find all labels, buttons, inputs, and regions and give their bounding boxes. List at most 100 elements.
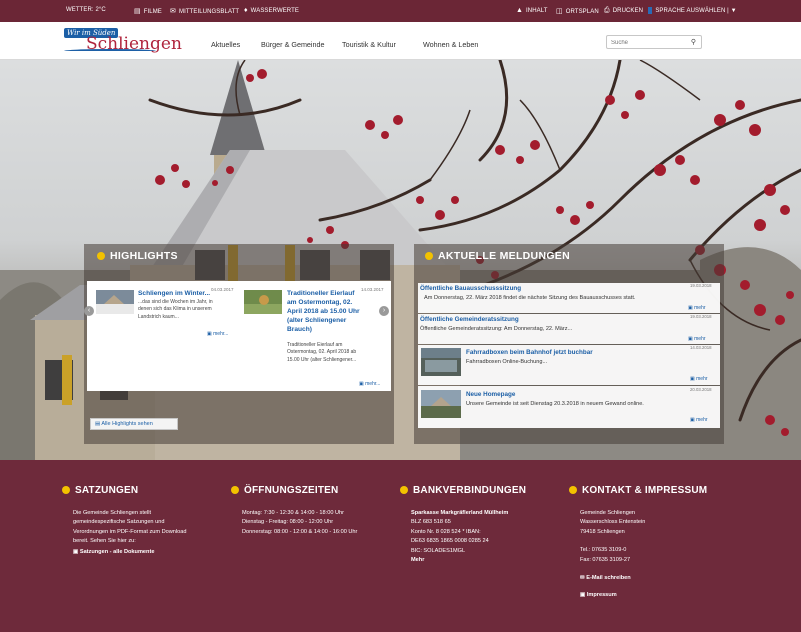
footer-text-line: Donnerstag: 08:00 - 12:00 & 14:00 - 16:0… bbox=[242, 528, 358, 535]
newsletter-label: MITTEILUNGSBLATT bbox=[178, 9, 240, 15]
footer-hours: ÖFFNUNGSZEITEN Montag: 7:30 - 12:30 & 14… bbox=[231, 485, 357, 537]
footer-title-text: BANKVERBINDUNGEN bbox=[413, 485, 527, 496]
footer-text-line: Konto Nr. 8 028 524 * IBAN: bbox=[411, 528, 481, 535]
footer-text-line: DE63 6835 1865 0008 0285 24 bbox=[411, 538, 489, 545]
highlight-title-line: April 2018 ab 15.00 Uhr bbox=[287, 308, 360, 315]
logo-swoosh bbox=[64, 49, 156, 53]
highlight-thumbnail-2 bbox=[244, 290, 282, 314]
document-icon: ▣ bbox=[73, 548, 80, 555]
contact-fax: Fax: 07635 3109-27 bbox=[580, 556, 631, 563]
news-title: AKTUELLE MELDUNGEN bbox=[425, 250, 570, 262]
footer-satzungen: SATZUNGEN Die Gemeinde Schliengen stellt… bbox=[62, 485, 186, 557]
satzungen-link-label: Satzungen - alle Dokumente bbox=[79, 548, 155, 555]
news-headline-3[interactable]: Fahrradboxen beim Bahnhof jetzt buchbar bbox=[466, 349, 593, 356]
contact-phone: Tel.: 07635 3109-0 bbox=[580, 547, 627, 554]
contents-link[interactable]: ▲ INHALT bbox=[516, 7, 548, 14]
news-date-3: 14.03.2018 bbox=[690, 345, 712, 350]
footer-satzungen-title: SATZUNGEN bbox=[62, 485, 186, 496]
water-values-link[interactable]: ♦ WASSERWERTE bbox=[244, 7, 299, 14]
highlight-title-1[interactable]: Schliengen im Winter... bbox=[138, 289, 210, 298]
satzungen-documents-link[interactable]: ▣ Satzungen - alle Dokumente bbox=[73, 548, 186, 557]
footer-contact-body: Gemeinde Schliengen Wasserschloss Entens… bbox=[580, 509, 707, 601]
news-thumbnail-3 bbox=[421, 348, 461, 376]
news-date-4: 20.03.2018 bbox=[690, 387, 712, 392]
footer-contact: KONTAKT & IMPRESSUM Gemeinde Schliengen … bbox=[569, 485, 707, 601]
imprint-link[interactable]: ▣ Impressum bbox=[580, 591, 707, 600]
highlight-text-line: Traditioneller Eierlauf am bbox=[287, 342, 343, 348]
highlight-date-2: 14.03.2017 bbox=[361, 287, 384, 292]
footer: SATZUNGEN Die Gemeinde Schliengen stellt… bbox=[0, 460, 801, 632]
slider-prev-arrow[interactable]: ‹ bbox=[84, 306, 94, 316]
footer-bank: BANKVERBINDUNGEN Sparkasse Markgräflerla… bbox=[400, 485, 526, 565]
footer-hours-body: Montag: 7:30 - 12:30 & 14:00 - 18:00 Uhr… bbox=[242, 509, 357, 537]
email-link-label: E-Mail schreiben bbox=[586, 575, 631, 582]
film-link[interactable]: ▤ FILME bbox=[134, 7, 162, 15]
footer-hours-title: ÖFFNUNGSZEITEN bbox=[231, 485, 357, 496]
all-highlights-label: Alle Highlights sehen bbox=[101, 421, 153, 427]
drop-icon: ♦ bbox=[244, 7, 248, 14]
more-label: mehr bbox=[694, 336, 706, 342]
imprint-link-label: Impressum bbox=[586, 592, 617, 599]
search-input[interactable] bbox=[611, 38, 685, 47]
highlight-text-line: Landstrich kaum... bbox=[138, 313, 179, 320]
news-text-1: Am Donnerstag, 22. März 2018 findet die … bbox=[424, 295, 636, 301]
highlight-text-line: 15.00 Uhr (alter Schliengener... bbox=[287, 356, 357, 363]
news-more-3[interactable]: ▣ mehr bbox=[690, 376, 708, 382]
print-label: DRUCKEN bbox=[612, 8, 644, 14]
weather-info: WETTER: 2°C bbox=[66, 7, 106, 13]
language-selector[interactable]: ■ SPRACHE AUSWÄHLEN | ▼ bbox=[648, 7, 737, 14]
document-icon: ▣ bbox=[580, 592, 587, 599]
footer-title-text: KONTAKT & IMPRESSUM bbox=[582, 485, 708, 496]
footer-text-line: Gemeinde Schliengen bbox=[580, 510, 636, 516]
news-item-4[interactable]: Neue Homepage 20.03.2018 Unsere Gemeinde… bbox=[418, 386, 720, 428]
highlight-title-line: (alter Schliengener bbox=[287, 317, 347, 324]
footer-satzungen-body: Die Gemeinde Schliengen stellt gemeindes… bbox=[73, 509, 186, 557]
news-text-3: Fahrradboxen Online-Buchung... bbox=[466, 359, 548, 365]
bullet-icon bbox=[231, 486, 239, 494]
water-label: WASSERWERTE bbox=[250, 8, 300, 14]
footer-text-line: BIC: SOLADES1MGL bbox=[411, 547, 466, 554]
search-box: ⚲ bbox=[606, 35, 702, 49]
city-map-label: ORTSPLAN bbox=[565, 9, 599, 15]
more-label: mehr bbox=[696, 376, 708, 382]
news-headline-2[interactable]: Öffentliche Gemeinderatssitzung bbox=[420, 316, 519, 323]
slider-next-arrow[interactable]: › bbox=[379, 306, 389, 316]
footer-bank-body: Sparkasse Markgräflerland Müllheim BLZ 6… bbox=[411, 509, 526, 565]
search-icon[interactable]: ⚲ bbox=[691, 38, 696, 46]
news-item-2[interactable]: Öffentliche Gemeinderatssitzung 19.03.20… bbox=[418, 314, 720, 344]
highlight-more-1[interactable]: ▣ mehr... bbox=[207, 331, 228, 337]
highlight-text-line: Ostermontag, 02. April 2018 ab bbox=[287, 349, 357, 356]
news-item-3[interactable]: Fahrradboxen beim Bahnhof jetzt buchbar … bbox=[418, 345, 720, 385]
nav-wohnen-leben[interactable]: Wohnen & Leben bbox=[423, 40, 478, 49]
news-item-1[interactable]: Öffentliche Bauausschusssitzung 19.03.20… bbox=[418, 283, 720, 313]
nav-buerger-gemeinde[interactable]: Bürger & Gemeinde bbox=[261, 40, 325, 49]
newsletter-link[interactable]: ✉ MITTEILUNGSBLATT bbox=[170, 7, 239, 15]
footer-text-line: 79418 Schliengen bbox=[580, 528, 625, 535]
bullet-icon bbox=[425, 252, 433, 260]
news-more-2[interactable]: ▣ mehr bbox=[688, 336, 706, 342]
print-icon: ⎙ bbox=[604, 7, 610, 14]
city-map-link[interactable]: ◫ ORTSPLAN bbox=[556, 7, 599, 15]
highlight-more-2[interactable]: ▣ mehr... bbox=[359, 381, 380, 387]
footer-text-line: gemeindespezifische Satzungen und bbox=[73, 519, 165, 526]
email-link[interactable]: ✉ E-Mail schreiben bbox=[580, 574, 707, 583]
footer-text-line: Dienstag - Freitag: 08:00 - 12:00 Uhr bbox=[242, 519, 334, 526]
nav-aktuelles[interactable]: Aktuelles bbox=[211, 40, 240, 49]
highlight-text-1: ...das sind die Wochen im Jahr, in denen… bbox=[138, 299, 238, 321]
highlight-text-2: Traditioneller Eierlauf am Ostermontag, … bbox=[287, 342, 385, 364]
news-more-1[interactable]: ▣ mehr bbox=[688, 305, 706, 311]
footer-bank-title: BANKVERBINDUNGEN bbox=[400, 485, 526, 496]
bank-more-link[interactable]: Mehr bbox=[411, 556, 526, 565]
print-link[interactable]: ⎙ DRUCKEN bbox=[604, 7, 643, 15]
news-more-4[interactable]: ▣ mehr bbox=[690, 417, 708, 423]
news-headline-1[interactable]: Öffentliche Bauausschusssitzung bbox=[420, 285, 521, 292]
sitemap-icon: ▲ bbox=[516, 7, 524, 14]
all-highlights-button[interactable]: ▤ Alle Highlights sehen bbox=[90, 418, 178, 430]
footer-text-line: Montag: 7:30 - 12:30 & 14:00 - 18:00 Uhr bbox=[242, 510, 344, 516]
logo[interactable]: Wir im Süden Schliengen bbox=[64, 28, 182, 54]
nav-touristik-kultur[interactable]: Touristik & Kultur bbox=[342, 40, 396, 49]
highlight-title-2[interactable]: Traditioneller Eierlauf am Ostermontag, … bbox=[287, 289, 373, 334]
news-title-text: AKTUELLE MELDUNGEN bbox=[438, 250, 570, 262]
news-headline-4[interactable]: Neue Homepage bbox=[466, 391, 515, 398]
footer-text-line: Verordnungen im PDF-Format zum Download bbox=[73, 528, 187, 535]
